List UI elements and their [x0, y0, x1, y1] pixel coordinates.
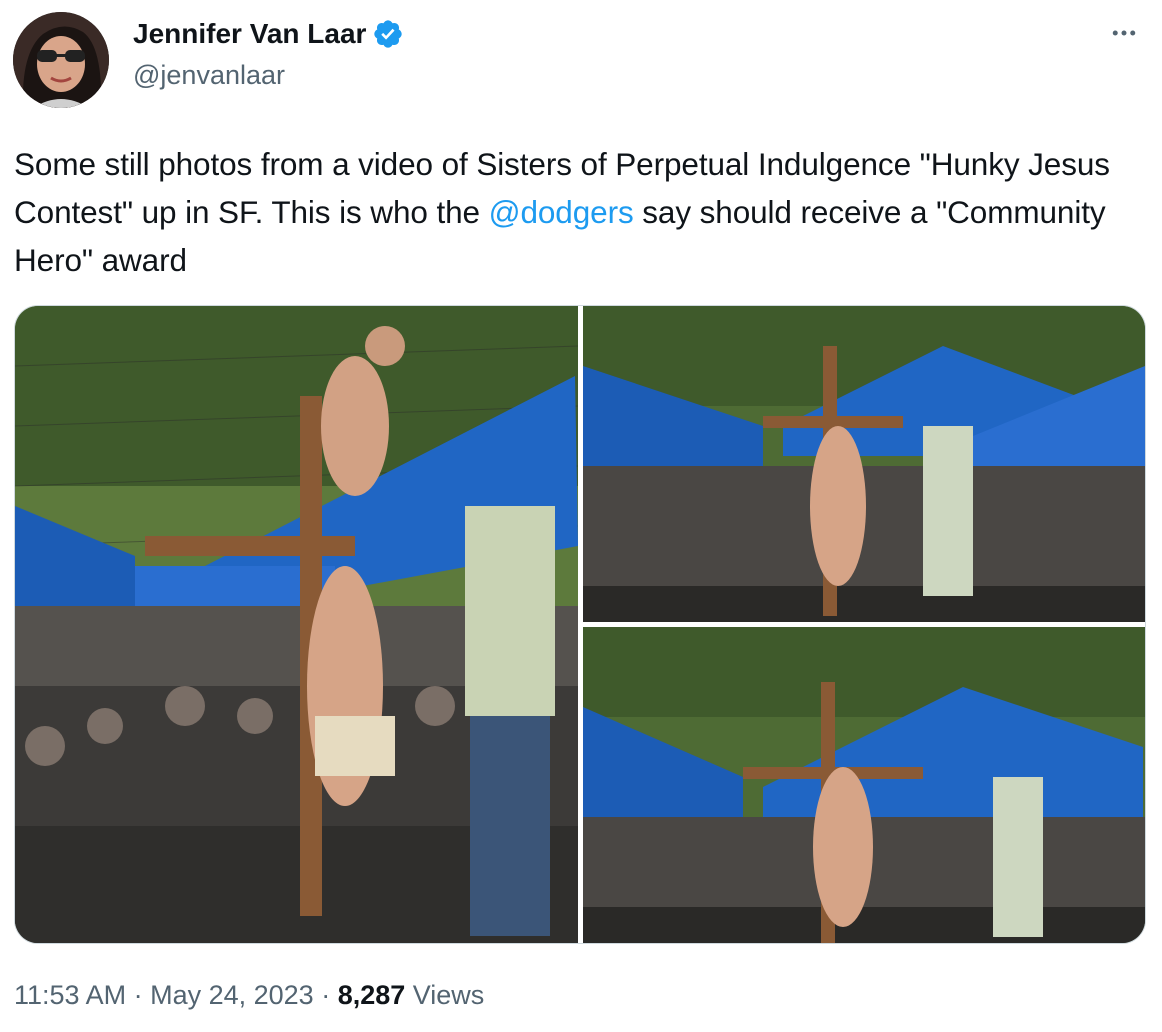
mention-link[interactable]: @dodgers: [489, 194, 634, 230]
tweet-meta: 11:53 AM · May 24, 2023 · 8,287 Views: [14, 978, 484, 1012]
tweet-time-link[interactable]: 11:53 AM · May 24, 2023: [14, 980, 314, 1010]
meta-separator: ·: [126, 980, 151, 1010]
tweet-text: Some still photos from a video of Sister…: [14, 140, 1149, 284]
more-options-button[interactable]: [1106, 18, 1142, 48]
photo-3[interactable]: [583, 627, 1145, 943]
photo-1[interactable]: [15, 306, 578, 943]
meta-separator-2: ·: [313, 980, 338, 1010]
author-name-row[interactable]: Jennifer Van Laar: [133, 17, 404, 51]
views-label: Views: [405, 980, 485, 1010]
tweet-time: 11:53 AM: [14, 980, 127, 1010]
author-name[interactable]: Jennifer Van Laar: [133, 17, 366, 51]
more-horizontal-icon: [1112, 30, 1136, 36]
verified-badge-icon[interactable]: [372, 18, 404, 50]
views-count: 8,287: [337, 980, 406, 1010]
media-grid: [14, 305, 1146, 944]
photo-2[interactable]: [583, 306, 1145, 622]
avatar[interactable]: [13, 12, 109, 108]
tweet-date: May 24, 2023: [150, 980, 314, 1010]
author-handle[interactable]: @jenvanlaar: [133, 58, 285, 92]
